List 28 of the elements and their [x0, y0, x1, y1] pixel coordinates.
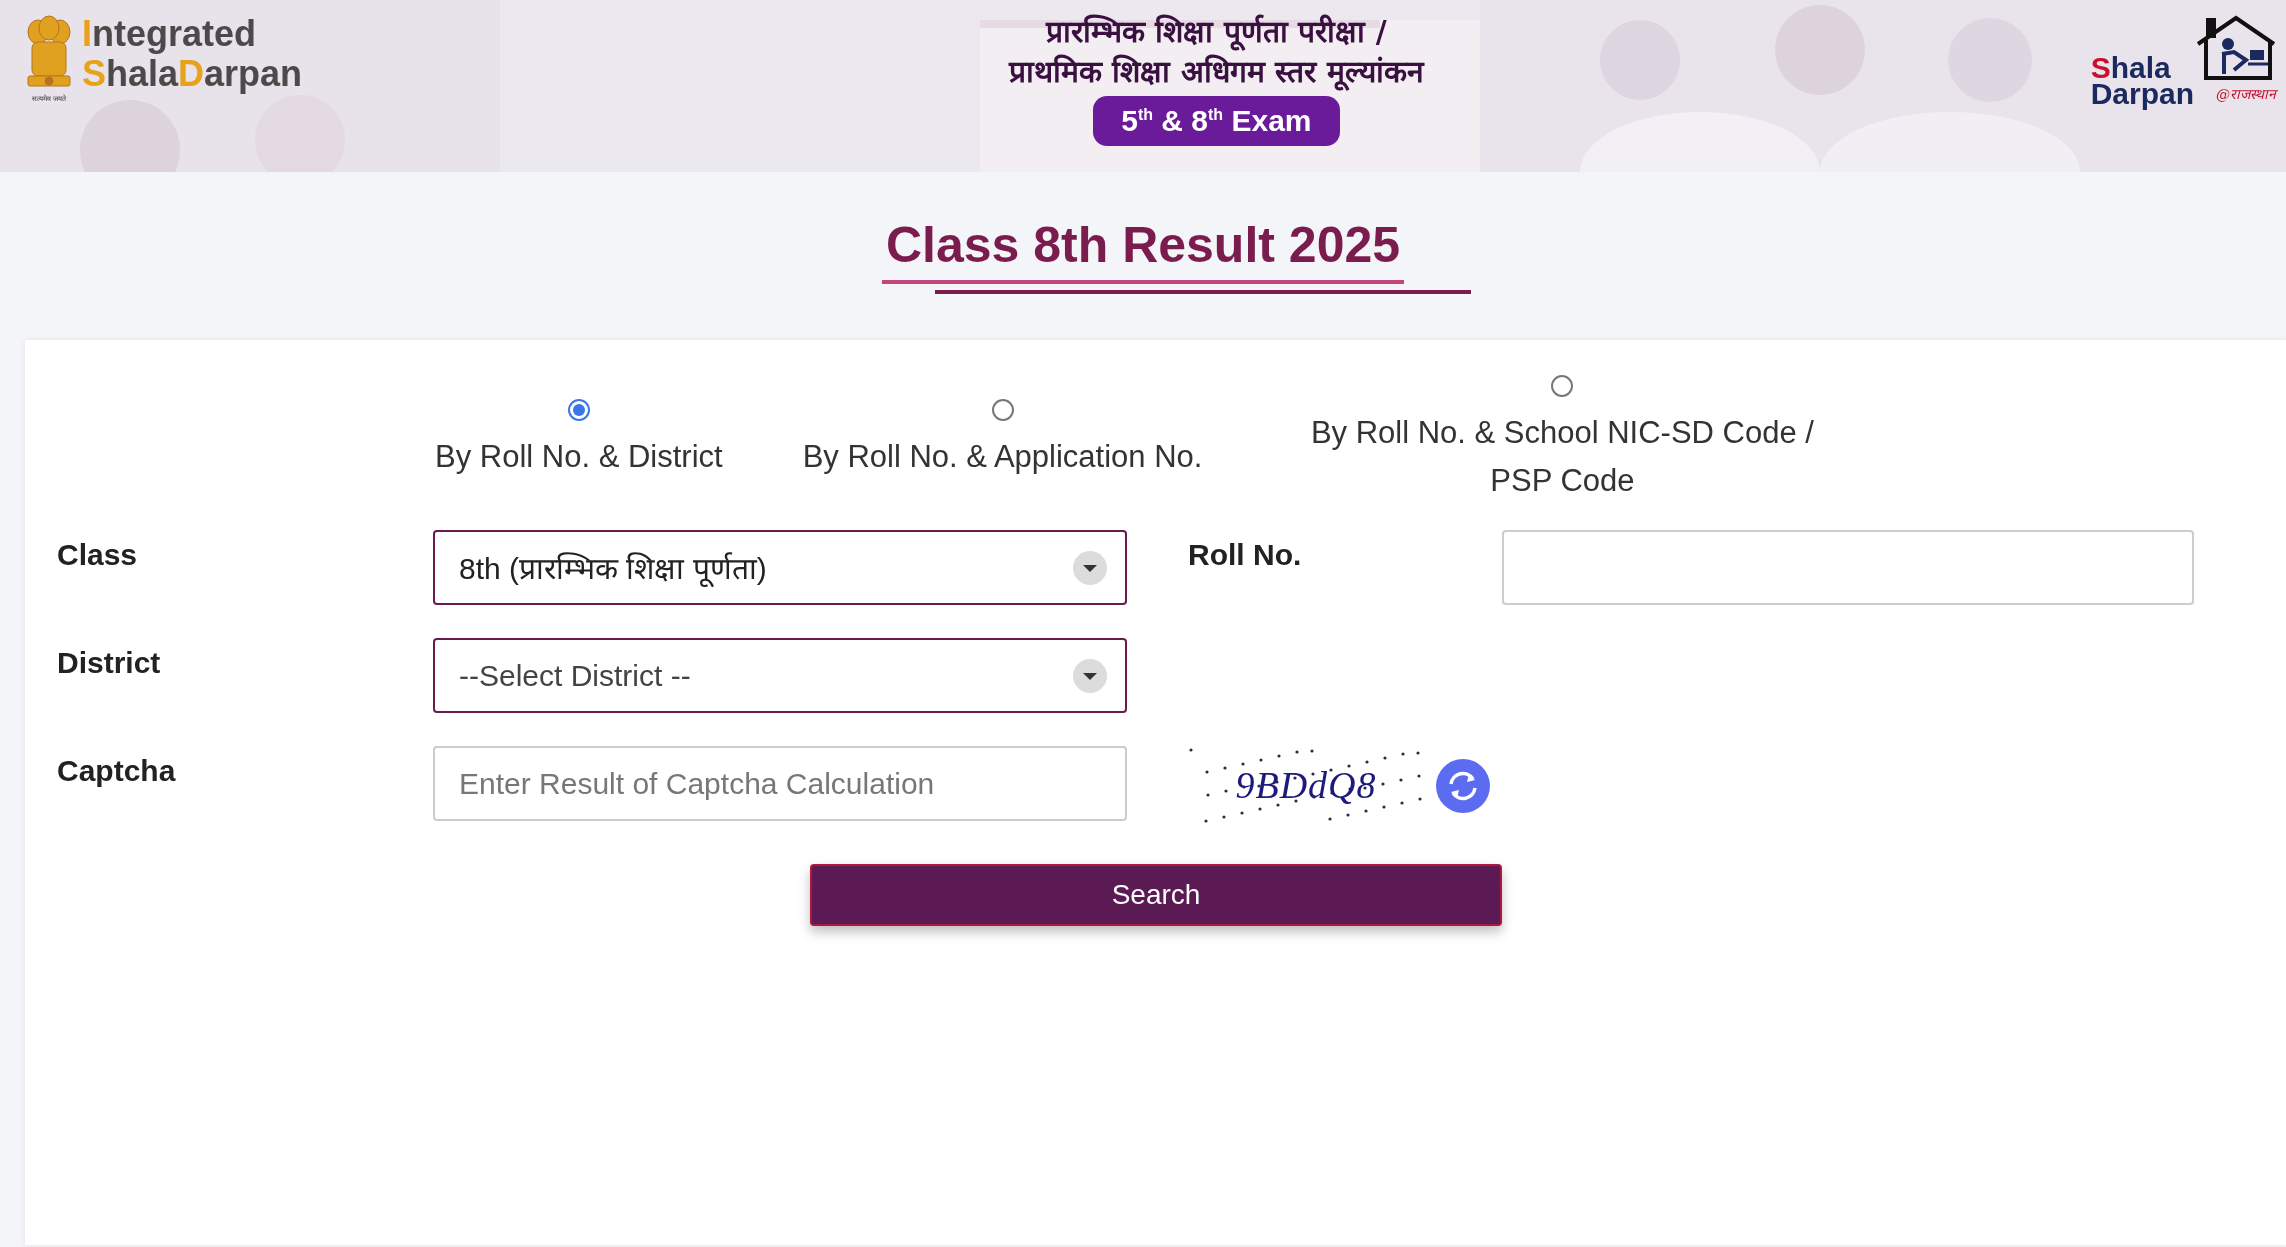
radio-button[interactable] — [991, 399, 1014, 421]
radio-button[interactable] — [1551, 375, 1574, 397]
field-label: Class — [57, 537, 139, 572]
header-heading: प्रारम्भिक शिक्षा पूर्णता परीक्षा / — [1046, 13, 1387, 52]
district-dropdown[interactable]: --Select District -- — [433, 638, 1127, 713]
radio-label[interactable]: By Roll No. & School NIC-SD Code / PSP Code — [1282, 409, 1843, 505]
header-heading: प्राथमिक शिक्षा अधिगम स्तर मूल्यांकन — [1009, 53, 1424, 92]
logo-text: Shala — [2090, 55, 2172, 81]
dropdown-caret-icon — [1073, 658, 1107, 693]
captcha-field[interactable]: Enter Result of Captcha Calculation — [433, 746, 1127, 821]
field-label: District — [57, 645, 162, 680]
roll-number-field[interactable] — [1502, 530, 2194, 605]
search-button[interactable]: Search — [810, 864, 1502, 926]
radio-label[interactable]: By Roll No. & District — [435, 433, 723, 481]
radio-label[interactable]: By Roll No. & Application No. — [802, 433, 1203, 481]
logo-text: Integrated — [82, 14, 258, 54]
logo-text: ShalaDarpan — [82, 54, 303, 94]
house-with-figure-icon — [2194, 14, 2278, 82]
page-title: Class 8th Result 2025 — [881, 216, 1405, 284]
class-dropdown[interactable]: 8th (प्रारम्भिक शिक्षा पूर्णता) — [433, 530, 1127, 605]
dropdown-caret-icon — [1073, 550, 1107, 585]
captcha-image: 9BDdQ8 — [1188, 746, 1424, 826]
refresh-icon[interactable] — [1436, 759, 1490, 813]
logo-tagline: @राजस्थान — [2215, 85, 2278, 104]
radio-button[interactable] — [567, 399, 590, 421]
field-label: Roll No. — [1188, 537, 1303, 572]
field-label: Captcha — [57, 753, 177, 788]
exam-badge: 5$^{th}$ & 8$^{th}$ Exam — [1093, 96, 1340, 146]
